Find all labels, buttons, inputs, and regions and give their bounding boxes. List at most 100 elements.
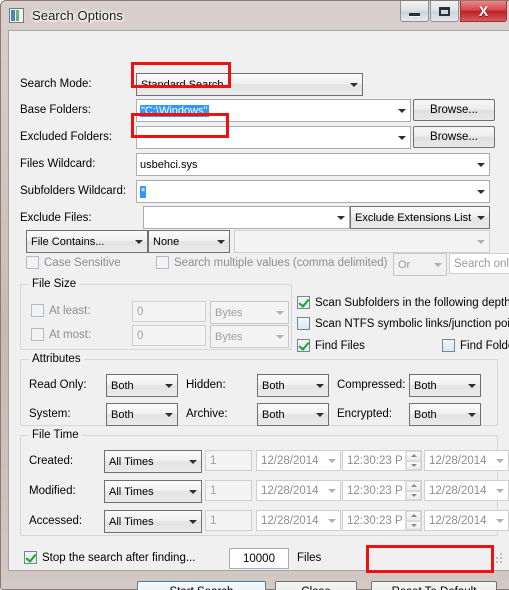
files-wildcard-label: Files Wildcard:	[20, 158, 96, 170]
subfolders-wildcard-combo[interactable]: *	[136, 180, 490, 203]
file-contains-mode-combo[interactable]: None	[148, 230, 230, 253]
excluded-folders-browse-button[interactable]: Browse...	[413, 126, 495, 148]
created-mode-combo[interactable]: All Times	[104, 450, 202, 473]
chevron-down-icon	[492, 488, 508, 493]
modified-mode-combo[interactable]: All Times	[104, 480, 202, 503]
read-only-label: Read Only:	[29, 379, 87, 391]
maximize-button[interactable]	[430, 1, 459, 22]
at-least-unit-combo: Bytes	[210, 301, 289, 324]
checkbox-box	[297, 317, 310, 330]
encrypted-value: Both	[414, 408, 437, 421]
scan-subfolders-checkbox[interactable]: Scan Subfolders in the following depth:	[297, 296, 509, 309]
chevron-down-icon[interactable]	[393, 101, 410, 120]
search-only-input[interactable]: Search only i	[449, 253, 509, 274]
at-least-checkbox[interactable]: At least:	[31, 304, 91, 317]
archive-combo[interactable]: Both	[257, 403, 329, 426]
created-date-to-picker[interactable]: 12/28/2014	[424, 450, 509, 471]
chevron-down-icon[interactable]	[472, 155, 489, 174]
created-count-value: 1	[210, 454, 217, 467]
accessed-time-from-picker[interactable]: 12:30:23 P	[342, 510, 422, 531]
search-mode-combo[interactable]: Standard Search	[136, 73, 363, 96]
checkbox-box	[24, 551, 37, 564]
excluded-folders-combo[interactable]	[136, 126, 411, 149]
excluded-folders-label: Excluded Folders:	[20, 131, 113, 143]
chevron-down-icon	[345, 82, 362, 87]
modified-date-from-value: 12/28/2014	[261, 484, 319, 497]
encrypted-combo[interactable]: Both	[409, 403, 481, 426]
chevron-down-icon	[212, 239, 229, 244]
accessed-count-input[interactable]: 1	[205, 510, 252, 531]
find-files-checkbox[interactable]: Find Files	[297, 339, 365, 352]
at-most-checkbox[interactable]: At most:	[31, 328, 91, 341]
files-wildcard-combo[interactable]: usbehci.sys	[136, 153, 490, 176]
attributes-title: Attributes	[29, 353, 84, 365]
base-folders-label: Base Folders:	[20, 104, 91, 116]
find-folders-checkbox[interactable]: Find Folde	[442, 339, 509, 352]
window-title: Search Options	[32, 7, 124, 23]
spinner-icon[interactable]	[405, 511, 421, 530]
created-time-from-picker[interactable]: 12:30:23 P	[342, 450, 422, 471]
file-contains-text-combo	[234, 230, 490, 253]
created-count-input[interactable]: 1	[205, 450, 252, 471]
accessed-date-to-picker[interactable]: 12/28/2014	[424, 510, 509, 531]
modified-date-from-picker[interactable]: 12/28/2014	[256, 480, 341, 501]
exclude-extensions-list-button[interactable]: Exclude Extensions List	[350, 206, 490, 229]
chevron-down-icon[interactable]	[472, 182, 489, 201]
close-dialog-button[interactable]: Close	[275, 581, 357, 590]
search-multiple-values-checkbox[interactable]: Search multiple values (comma delimited)	[156, 256, 387, 269]
title-bar[interactable]: Search Options X	[1, 1, 509, 29]
exclude-files-combo[interactable]	[143, 206, 350, 229]
chevron-down-icon	[492, 518, 508, 523]
at-most-input[interactable]: 0	[132, 325, 206, 346]
resize-grip-icon[interactable]	[491, 552, 503, 564]
start-search-button[interactable]: Start Search	[137, 581, 266, 590]
stop-count-value: 10000	[243, 552, 275, 565]
hidden-combo[interactable]: Both	[257, 374, 329, 397]
chevron-down-icon[interactable]	[393, 128, 410, 147]
reset-to-default-button[interactable]: Reset To Default	[371, 581, 497, 590]
start-search-label: Start Search	[170, 586, 234, 590]
read-only-value: Both	[111, 379, 134, 392]
compressed-value: Both	[414, 379, 437, 392]
chevron-down-icon	[463, 383, 480, 388]
files-label: Files	[297, 552, 322, 564]
at-least-input[interactable]: 0	[132, 301, 206, 322]
chevron-down-icon[interactable]	[332, 208, 349, 227]
read-only-combo[interactable]: Both	[106, 374, 178, 397]
file-contains-combo[interactable]: File Contains...	[26, 230, 148, 253]
spinner-icon[interactable]	[405, 481, 421, 500]
spinner-icon[interactable]	[405, 451, 421, 470]
search-options-window: Search Options X Search Mode: Standard S…	[0, 0, 509, 590]
close-button[interactable]: X	[460, 1, 507, 22]
base-folders-browse-button[interactable]: Browse...	[413, 99, 495, 121]
chevron-down-icon	[463, 412, 480, 417]
dialog-client-area: Search Mode: Standard Search Base Folder…	[8, 30, 509, 590]
file-contains-mode-value: None	[153, 235, 180, 248]
screenshot-root: Search Options X Search Mode: Standard S…	[0, 0, 509, 590]
modified-date-to-picker[interactable]: 12/28/2014	[424, 480, 509, 501]
subfolders-wildcard-label: Subfolders Wildcard:	[20, 185, 127, 197]
chevron-down-icon	[311, 383, 328, 388]
chevron-down-icon	[324, 488, 340, 493]
browse-label: Browse...	[430, 131, 478, 143]
stop-count-input[interactable]: 10000	[229, 548, 289, 569]
stop-search-checkbox[interactable]: Stop the search after finding...	[24, 551, 195, 564]
modified-time-from-value: 12:30:23 P	[347, 484, 403, 497]
scan-ntfs-checkbox[interactable]: Scan NTFS symbolic links/junction points	[297, 317, 509, 330]
file-contains-value: File Contains...	[31, 235, 105, 248]
modified-count-input[interactable]: 1	[205, 480, 252, 501]
case-sensitive-checkbox[interactable]: Case Sensitive	[26, 256, 121, 269]
created-date-from-picker[interactable]: 12/28/2014	[256, 450, 341, 471]
chevron-down-icon	[311, 412, 328, 417]
at-least-label: At least:	[49, 304, 91, 317]
modified-time-from-picker[interactable]: 12:30:23 P	[342, 480, 422, 501]
accessed-date-from-picker[interactable]: 12/28/2014	[256, 510, 341, 531]
system-combo[interactable]: Both	[106, 403, 178, 426]
at-most-label: At most:	[49, 328, 92, 341]
accessed-mode-combo[interactable]: All Times	[104, 510, 202, 533]
minimize-button[interactable]	[400, 1, 429, 22]
accessed-mode-value: All Times	[109, 515, 154, 528]
compressed-combo[interactable]: Both	[409, 374, 481, 397]
base-folders-combo[interactable]: "C:\Windows"	[136, 99, 411, 122]
checkbox-box	[442, 339, 455, 352]
